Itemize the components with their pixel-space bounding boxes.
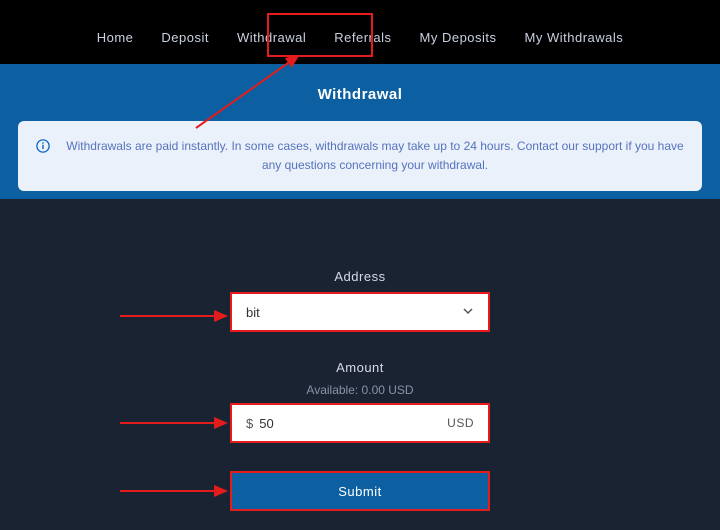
nav-withdrawal[interactable]: Withdrawal xyxy=(237,30,306,45)
address-label: Address xyxy=(334,269,385,284)
page-header: Withdrawal Withdrawals are paid instantl… xyxy=(0,64,720,199)
nav-home[interactable]: Home xyxy=(97,30,134,45)
top-nav: Home Deposit Withdrawal Referrals My Dep… xyxy=(0,0,720,64)
withdrawal-form: Address bit Amount Available: 0.00 USD $… xyxy=(0,199,720,511)
amount-input[interactable] xyxy=(259,416,447,431)
currency-suffix: USD xyxy=(447,416,474,430)
nav-my-deposits[interactable]: My Deposits xyxy=(420,30,497,45)
nav-my-withdrawals[interactable]: My Withdrawals xyxy=(525,30,624,45)
notice: Withdrawals are paid instantly. In some … xyxy=(18,121,702,191)
chevron-down-icon xyxy=(462,305,474,320)
nav-deposit[interactable]: Deposit xyxy=(161,30,209,45)
page-title: Withdrawal xyxy=(0,86,720,103)
currency-prefix: $ xyxy=(246,416,253,431)
submit-button[interactable]: Submit xyxy=(230,471,490,511)
notice-text: Withdrawals are paid instantly. In some … xyxy=(66,137,684,175)
address-select[interactable]: bit xyxy=(230,292,490,332)
info-icon xyxy=(36,139,50,156)
amount-field-wrap: $ USD xyxy=(230,403,490,443)
amount-available: Available: 0.00 USD xyxy=(306,383,413,397)
nav-referrals[interactable]: Referrals xyxy=(334,30,391,45)
address-selected-value: bit xyxy=(246,305,462,320)
amount-label: Amount xyxy=(336,360,384,375)
